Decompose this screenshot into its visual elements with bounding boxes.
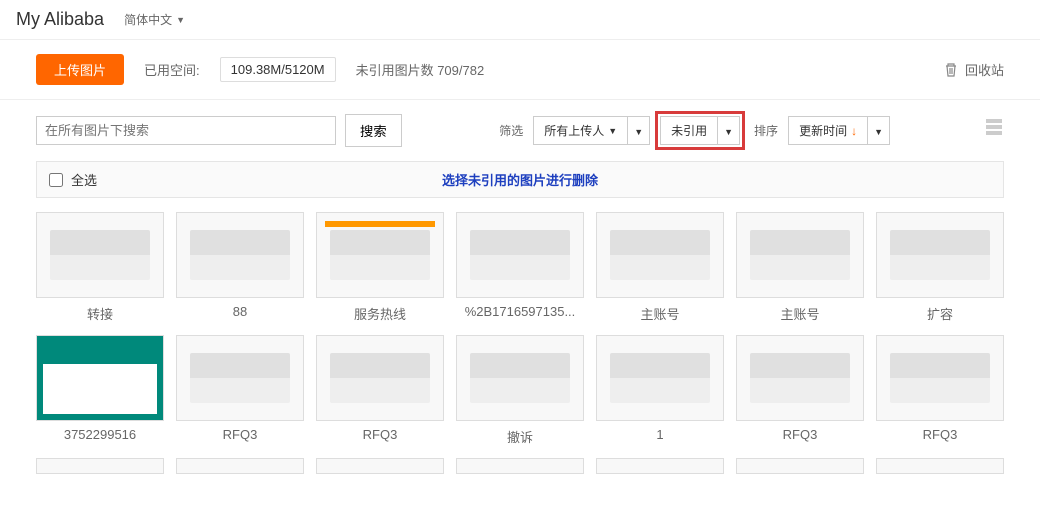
- sort-value: 更新时间: [799, 122, 847, 139]
- image-thumbnail[interactable]: [176, 335, 304, 421]
- image-card[interactable]: [36, 458, 164, 474]
- instruction-text: 选择未引用的图片进行删除: [442, 170, 598, 189]
- select-all-label: 全选: [71, 170, 97, 189]
- chevron-down-icon[interactable]: ▼: [868, 118, 889, 143]
- image-card[interactable]: 转接: [36, 212, 164, 323]
- status-select[interactable]: 未引用 ▼: [660, 116, 740, 145]
- grid-view-icon[interactable]: [906, 117, 978, 145]
- image-card[interactable]: 1: [596, 335, 724, 446]
- image-thumbnail[interactable]: SHIPPING: [36, 335, 164, 421]
- image-thumbnail[interactable]: [316, 335, 444, 421]
- image-thumbnail[interactable]: [876, 335, 1004, 421]
- chevron-down-icon: ▼: [176, 15, 185, 25]
- sort-select[interactable]: 更新时间 ↓ ▼: [788, 116, 890, 145]
- status-value: 未引用: [671, 122, 707, 139]
- image-thumbnail[interactable]: [596, 212, 724, 298]
- image-thumbnail[interactable]: [456, 458, 584, 474]
- image-card[interactable]: 撤诉: [456, 335, 584, 446]
- chevron-down-icon: ▼: [608, 126, 617, 136]
- image-caption: %2B1716597135...: [456, 304, 584, 319]
- search-button[interactable]: 搜索: [345, 114, 402, 147]
- image-thumbnail[interactable]: [736, 212, 864, 298]
- image-thumbnail[interactable]: [36, 212, 164, 298]
- language-selector[interactable]: 简体中文 ▼: [124, 11, 185, 28]
- image-card[interactable]: RFQ3: [876, 335, 1004, 446]
- image-card[interactable]: [736, 458, 864, 474]
- image-thumbnail[interactable]: [596, 335, 724, 421]
- image-caption: RFQ3: [176, 427, 304, 442]
- unused-count: 未引用图片数 709/782: [356, 60, 485, 79]
- chevron-down-icon[interactable]: ▼: [628, 118, 649, 143]
- trash-link[interactable]: 回收站: [943, 60, 1004, 79]
- image-thumbnail[interactable]: [316, 212, 444, 298]
- sort-label: 排序: [754, 122, 778, 139]
- image-caption: RFQ3: [876, 427, 1004, 442]
- used-space-value: 109.38M/5120M: [220, 57, 336, 82]
- image-thumbnail[interactable]: [596, 458, 724, 474]
- image-caption: 扩容: [876, 304, 1004, 323]
- image-caption: 88: [176, 304, 304, 319]
- trash-icon: [943, 62, 959, 78]
- image-thumbnail[interactable]: [876, 212, 1004, 298]
- image-caption: 3752299516: [36, 427, 164, 442]
- image-card[interactable]: [876, 458, 1004, 474]
- image-thumbnail[interactable]: [456, 212, 584, 298]
- image-thumbnail[interactable]: [876, 458, 1004, 474]
- image-card[interactable]: [176, 458, 304, 474]
- image-card[interactable]: %2B1716597135...: [456, 212, 584, 323]
- image-card[interactable]: [316, 458, 444, 474]
- image-thumbnail[interactable]: [36, 458, 164, 474]
- image-caption: 服务热线: [316, 304, 444, 323]
- image-thumbnail[interactable]: [176, 458, 304, 474]
- image-card[interactable]: 主账号: [596, 212, 724, 323]
- image-card[interactable]: 服务热线: [316, 212, 444, 323]
- uploader-select[interactable]: 所有上传人 ▼ ▼: [533, 116, 650, 145]
- upload-button[interactable]: 上传图片: [36, 54, 124, 85]
- image-thumbnail[interactable]: [176, 212, 304, 298]
- image-caption: 1: [596, 427, 724, 442]
- chevron-down-icon[interactable]: ▼: [718, 118, 739, 143]
- arrow-down-icon: ↓: [851, 124, 857, 138]
- image-caption: RFQ3: [316, 427, 444, 442]
- language-label: 简体中文: [124, 11, 172, 28]
- image-thumbnail[interactable]: [456, 335, 584, 421]
- image-thumbnail[interactable]: [736, 335, 864, 421]
- image-thumbnail[interactable]: [316, 458, 444, 474]
- filter-label: 筛选: [499, 122, 523, 139]
- list-view-icon[interactable]: [984, 117, 1004, 137]
- search-input[interactable]: [36, 116, 336, 145]
- select-all-checkbox[interactable]: [49, 173, 63, 187]
- trash-label: 回收站: [965, 60, 1004, 79]
- image-caption: 主账号: [736, 304, 864, 323]
- image-card[interactable]: RFQ3: [736, 335, 864, 446]
- image-caption: 转接: [36, 304, 164, 323]
- image-card[interactable]: [596, 458, 724, 474]
- image-thumbnail[interactable]: [736, 458, 864, 474]
- image-caption: RFQ3: [736, 427, 864, 442]
- image-card[interactable]: [456, 458, 584, 474]
- image-caption: 主账号: [596, 304, 724, 323]
- uploader-value: 所有上传人: [544, 122, 604, 139]
- logo: My Alibaba: [16, 9, 104, 30]
- image-card[interactable]: 扩容: [876, 212, 1004, 323]
- image-card[interactable]: 主账号: [736, 212, 864, 323]
- image-caption: 撤诉: [456, 427, 584, 446]
- image-card[interactable]: 88: [176, 212, 304, 323]
- image-card[interactable]: RFQ3: [316, 335, 444, 446]
- image-card[interactable]: SHIPPING 3752299516: [36, 335, 164, 446]
- used-space-label: 已用空间:: [144, 60, 200, 79]
- image-card[interactable]: RFQ3: [176, 335, 304, 446]
